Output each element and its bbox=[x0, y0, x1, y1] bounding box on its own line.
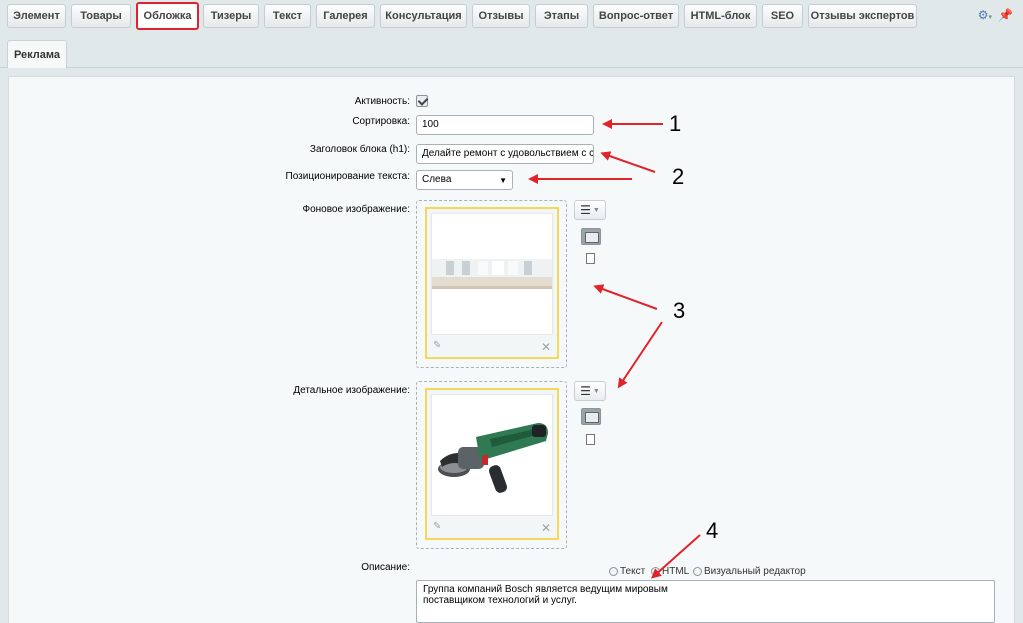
image-icon[interactable] bbox=[581, 228, 601, 245]
position-select[interactable]: Слева ▼ bbox=[416, 170, 513, 190]
detail-image-menu-button[interactable]: ☰ ▼ bbox=[574, 381, 606, 401]
annotation-2: 2 bbox=[672, 164, 685, 189]
angle-grinder-image bbox=[438, 423, 548, 493]
pencil-icon[interactable]: ✎ bbox=[433, 521, 441, 532]
room-image bbox=[432, 259, 552, 289]
annotation-1: 1 bbox=[669, 111, 682, 136]
bg-image-preview bbox=[431, 213, 553, 335]
bg-image-label: Фоновое изображение: bbox=[302, 204, 410, 215]
tab-stages[interactable]: Этапы bbox=[535, 4, 588, 28]
chevron-down-icon: ▼ bbox=[592, 387, 600, 395]
subtab-bar: Реклама bbox=[0, 38, 1023, 68]
menu-icon: ☰ bbox=[580, 203, 591, 217]
sort-input[interactable]: 100 bbox=[416, 115, 594, 135]
detail-image-card: ✎ ✕ bbox=[425, 388, 559, 540]
bg-image-card: ✎ ✕ bbox=[425, 207, 559, 359]
tab-consultation[interactable]: Консультация bbox=[380, 4, 467, 28]
tab-expert-reviews[interactable]: Отзывы экспертов bbox=[808, 4, 917, 28]
radio-html-label: HTML bbox=[662, 566, 690, 577]
radio-text[interactable] bbox=[609, 567, 618, 576]
radio-text-label: Текст bbox=[620, 566, 646, 577]
active-checkbox[interactable] bbox=[416, 95, 428, 107]
image-icon[interactable] bbox=[581, 408, 601, 425]
detail-image-preview bbox=[431, 394, 553, 516]
tab-element[interactable]: Элемент bbox=[7, 4, 66, 28]
gear-icon[interactable]: ⚙▾ bbox=[978, 8, 992, 22]
heading-label: Заголовок блока (h1): bbox=[309, 144, 410, 155]
detail-image-dropzone[interactable]: ✎ ✕ bbox=[416, 381, 567, 549]
sort-label: Сортировка: bbox=[352, 116, 410, 127]
annotation-4: 4 bbox=[706, 518, 719, 543]
annotation-3: 3 bbox=[673, 298, 686, 323]
bg-image-menu-button[interactable]: ☰ ▼ bbox=[574, 200, 606, 220]
chevron-down-icon: ▼ bbox=[592, 206, 600, 214]
bg-image-dropzone[interactable]: ✎ ✕ bbox=[416, 200, 567, 368]
pencil-icon[interactable]: ✎ bbox=[433, 340, 441, 351]
position-label: Позиционирование текста: bbox=[285, 171, 410, 182]
close-icon[interactable]: ✕ bbox=[541, 521, 551, 535]
file-icon[interactable] bbox=[586, 253, 595, 264]
file-icon[interactable] bbox=[586, 434, 595, 445]
subtab-advertising[interactable]: Реклама bbox=[7, 40, 67, 68]
tab-seo[interactable]: SEO bbox=[762, 4, 803, 28]
tab-text[interactable]: Текст bbox=[264, 4, 311, 28]
description-label: Описание: bbox=[361, 562, 410, 573]
tab-gallery[interactable]: Галерея bbox=[316, 4, 375, 28]
menu-icon: ☰ bbox=[580, 384, 591, 398]
radio-visual-editor-label: Визуальный редактор bbox=[704, 566, 806, 577]
chevron-down-icon: ▼ bbox=[499, 176, 507, 185]
tab-products[interactable]: Товары bbox=[71, 4, 131, 28]
close-icon[interactable]: ✕ bbox=[541, 340, 551, 354]
tab-bar: Элемент Товары Обложка Тизеры Текст Гале… bbox=[0, 0, 1023, 32]
radio-visual-editor[interactable] bbox=[693, 567, 702, 576]
tab-teasers[interactable]: Тизеры bbox=[203, 4, 259, 28]
tab-cover[interactable]: Обложка bbox=[136, 2, 199, 30]
pin-icon[interactable]: 📌 bbox=[998, 8, 1013, 22]
tab-faq[interactable]: Вопрос-ответ bbox=[593, 4, 679, 28]
active-label: Активность: bbox=[354, 96, 410, 107]
radio-html[interactable] bbox=[651, 567, 660, 576]
tabbar-tools: ⚙▾ 📌 bbox=[978, 8, 1013, 22]
detail-image-label: Детальное изображение: bbox=[293, 385, 410, 396]
description-textarea[interactable]: Группа компаний Bosch является ведущим м… bbox=[416, 580, 995, 623]
heading-input[interactable]: Делайте ремонт с удовольствием с сов bbox=[416, 144, 594, 164]
tab-html-block[interactable]: HTML-блок bbox=[684, 4, 757, 28]
tab-reviews[interactable]: Отзывы bbox=[472, 4, 530, 28]
